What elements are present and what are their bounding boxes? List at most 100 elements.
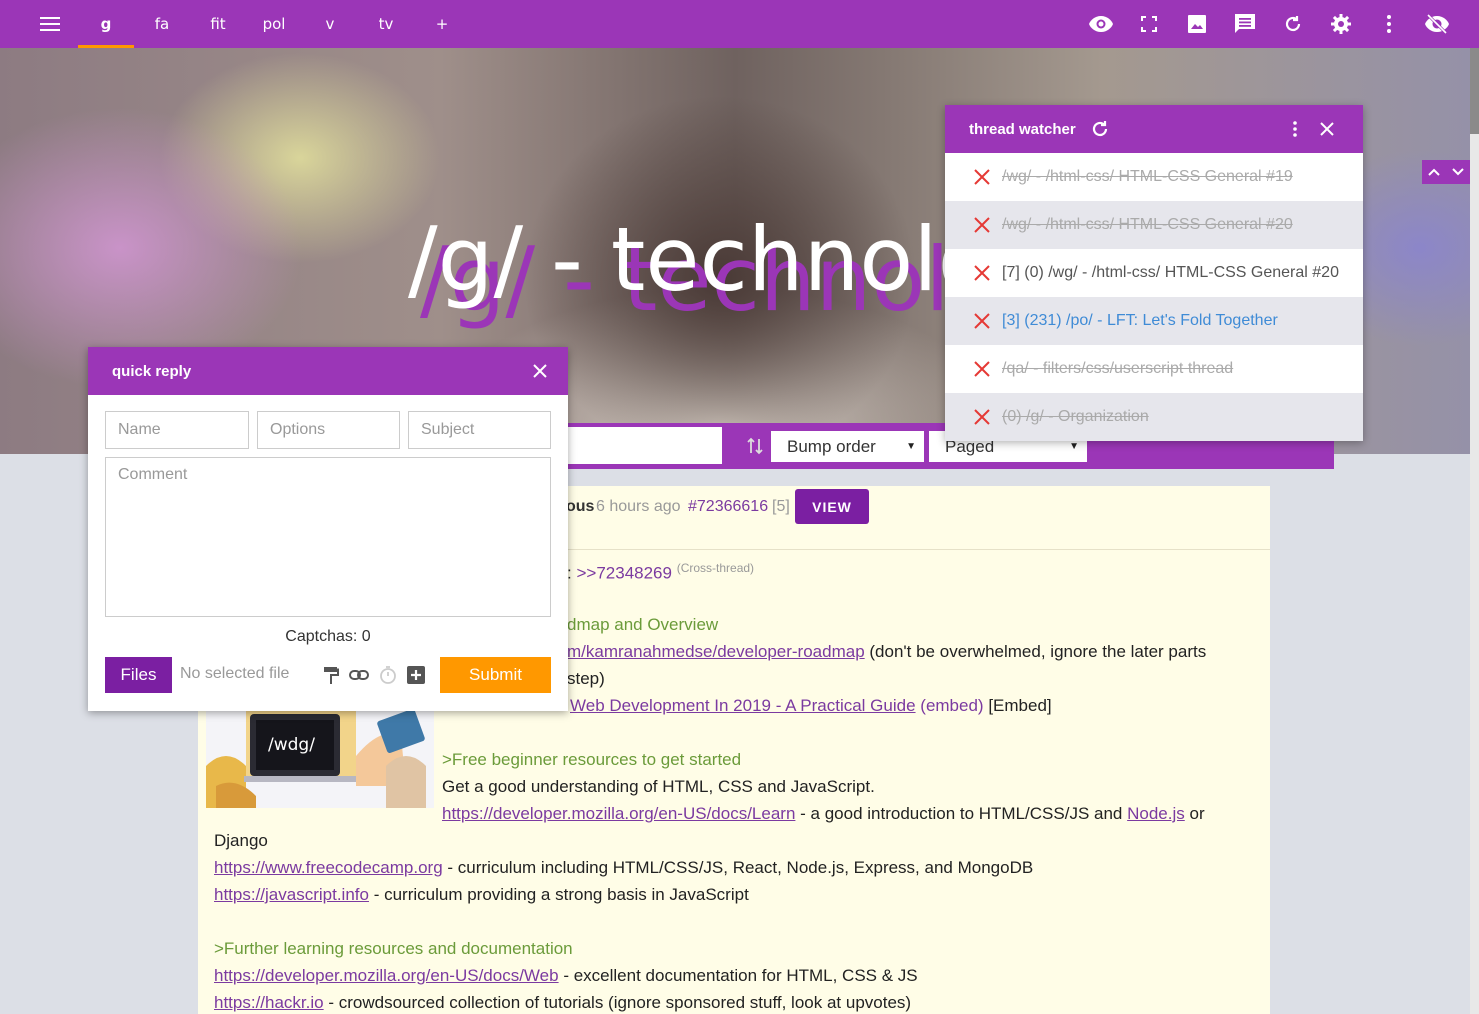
thread-navigator — [1422, 160, 1470, 184]
thumbnail-wdg-text: /wdg/ — [268, 735, 315, 755]
post-line: https://developer.mozilla.org/en-US/docs… — [214, 966, 918, 986]
scrollbar[interactable] — [1470, 48, 1479, 1014]
post-number[interactable]: #72366616 — [688, 498, 768, 516]
post-line: Web Development In 2019 - A Practical Gu… — [570, 696, 1052, 716]
greentext-line: dmap and Overview — [567, 615, 719, 634]
post-line: m/kamranahmedse/developer-roadmap (don't… — [567, 642, 1206, 662]
refresh-icon[interactable] — [1269, 0, 1317, 48]
quote-link[interactable]: >>72348269 — [576, 564, 672, 583]
tab-tv[interactable]: tv — [358, 0, 414, 48]
settings-icon[interactable] — [1317, 0, 1365, 48]
caret-down-icon: ▼ — [906, 441, 916, 452]
hackr-text: - crowdsourced collection of tutorials (… — [328, 993, 912, 1012]
view-thread-button[interactable]: VIEW — [795, 489, 869, 524]
post-line: Django — [214, 831, 268, 850]
embed-bracket[interactable]: [Embed] — [988, 696, 1051, 715]
greentext-line: >Further learning resources and document… — [214, 939, 573, 958]
add-tab-button[interactable]: + — [414, 0, 470, 48]
freecodecamp-link[interactable]: https://www.freecodecamp.org — [214, 858, 443, 877]
chevron-up-icon[interactable] — [1422, 160, 1446, 184]
post-line: https://developer.mozilla.org/en-US/docs… — [442, 804, 1205, 824]
visibility-off-icon[interactable] — [1413, 0, 1461, 48]
post-line: https://www.freecodecamp.org - curriculu… — [214, 858, 1033, 878]
watcher-item-label: /wg/ - /html-css/ HTML-CSS General #20 — [1002, 216, 1293, 233]
paint-roller-icon[interactable] — [322, 665, 342, 685]
watcher-item-label: [7] (0) /wg/ - /html-css/ HTML-CSS Gener… — [1002, 264, 1339, 281]
eye-icon[interactable] — [1077, 0, 1125, 48]
sort-order-value: Bump order — [787, 437, 876, 456]
fullscreen-icon[interactable] — [1125, 0, 1173, 48]
remove-icon[interactable] — [972, 407, 992, 427]
freecodecamp-text: - curriculum including HTML/CSS/JS, Reac… — [447, 858, 1034, 877]
comment-textarea[interactable]: Comment — [105, 457, 551, 617]
watcher-item-label: [3] (231) /po/ - LFT: Let's Fold Togethe… — [1002, 312, 1278, 329]
thread-watcher-header[interactable]: thread watcher — [945, 105, 1363, 153]
top-bar: g fa fit pol v tv + — [0, 0, 1479, 48]
watcher-item[interactable]: /wg/ - /html-css/ HTML-CSS General #19 — [945, 153, 1363, 201]
quick-reply-header[interactable]: quick reply — [88, 347, 568, 395]
link-icon[interactable] — [349, 665, 369, 685]
watcher-item[interactable]: /qa/ - filters/css/userscript thread — [945, 345, 1363, 393]
hackr-link[interactable]: https://hackr.io — [214, 993, 324, 1012]
or-text: or — [1189, 804, 1205, 823]
remove-icon[interactable] — [972, 215, 992, 235]
javascript-info-link[interactable]: https://javascript.info — [214, 885, 369, 904]
refresh-icon[interactable] — [1090, 119, 1110, 139]
submit-button[interactable]: Submit — [440, 657, 551, 693]
nodejs-link[interactable]: Node.js — [1127, 804, 1185, 823]
remove-icon[interactable] — [972, 263, 992, 283]
post-line: step) — [567, 669, 605, 688]
more-vert-icon[interactable] — [1285, 119, 1305, 139]
tab-v[interactable]: v — [302, 0, 358, 48]
scrollbar-thumb[interactable] — [1470, 48, 1479, 134]
mdn-web-text: - excellent documentation for HTML, CSS … — [563, 966, 918, 985]
javascript-info-text: - curriculum providing a strong basis in… — [373, 885, 749, 904]
board-tabs: g fa fit pol v tv + — [78, 0, 470, 48]
sort-order-select[interactable]: Bump order ▼ — [771, 431, 924, 462]
roadmap-link[interactable]: m/kamranahmedse/developer-roadmap — [567, 642, 865, 661]
mdn-learn-link[interactable]: https://developer.mozilla.org/en-US/docs… — [442, 804, 795, 823]
comment-icon[interactable] — [1221, 0, 1269, 48]
post-time: 6 hours ago — [596, 498, 681, 515]
close-icon[interactable] — [1317, 119, 1337, 139]
chevron-down-icon[interactable] — [1446, 160, 1470, 184]
remove-icon[interactable] — [972, 311, 992, 331]
thread-thumbnail[interactable]: /wdg/ — [206, 706, 434, 808]
image-icon[interactable] — [1173, 0, 1221, 48]
poster-name: ous — [566, 498, 595, 515]
subject-input[interactable]: Subject — [408, 411, 551, 449]
video-link[interactable]: Web Development In 2019 - A Practical Gu… — [570, 696, 916, 715]
cross-thread-label: (Cross-thread) — [676, 561, 755, 575]
tab-fit[interactable]: fit — [190, 0, 246, 48]
mdn-web-link[interactable]: https://developer.mozilla.org/en-US/docs… — [214, 966, 559, 985]
quick-reply-panel: quick reply Name Options Subject Comment… — [88, 347, 568, 711]
thread-watcher-panel: thread watcher /wg/ - /html-css/ HTML-CS… — [945, 105, 1363, 441]
post-line: : >>72348269 (Cross-thread) — [567, 561, 754, 584]
add-box-icon[interactable] — [406, 665, 426, 685]
catalog-search-input[interactable] — [568, 427, 722, 464]
watcher-item[interactable]: [3] (231) /po/ - LFT: Let's Fold Togethe… — [945, 297, 1363, 345]
timer-icon[interactable] — [378, 665, 398, 685]
name-input[interactable]: Name — [105, 411, 249, 449]
watcher-item[interactable]: [7] (0) /wg/ - /html-css/ HTML-CSS Gener… — [945, 249, 1363, 297]
greentext-line: >Free beginner resources to get started — [442, 750, 742, 769]
captcha-count: Captchas: 0 — [285, 628, 371, 645]
remove-icon[interactable] — [972, 167, 992, 187]
sort-icon[interactable] — [744, 435, 766, 457]
tab-pol[interactable]: pol — [246, 0, 302, 48]
banner-title: /g/ - technolo — [408, 208, 992, 311]
thread-watcher-title: thread watcher — [969, 121, 1076, 138]
files-button[interactable]: Files — [105, 657, 172, 693]
remove-icon[interactable] — [972, 359, 992, 379]
close-icon[interactable] — [530, 361, 550, 381]
more-vert-icon[interactable] — [1365, 0, 1413, 48]
menu-icon[interactable] — [24, 0, 76, 48]
embed-link[interactable]: (embed) — [920, 696, 983, 715]
post-line: https://hackr.io - crowdsourced collecti… — [214, 993, 911, 1013]
watcher-item[interactable]: /wg/ - /html-css/ HTML-CSS General #20 — [945, 201, 1363, 249]
tab-g[interactable]: g — [78, 0, 134, 48]
watcher-item[interactable]: (0) /g/ - Organization — [945, 393, 1363, 441]
options-input[interactable]: Options — [257, 411, 400, 449]
tab-fa[interactable]: fa — [134, 0, 190, 48]
top-actions — [1077, 0, 1461, 48]
